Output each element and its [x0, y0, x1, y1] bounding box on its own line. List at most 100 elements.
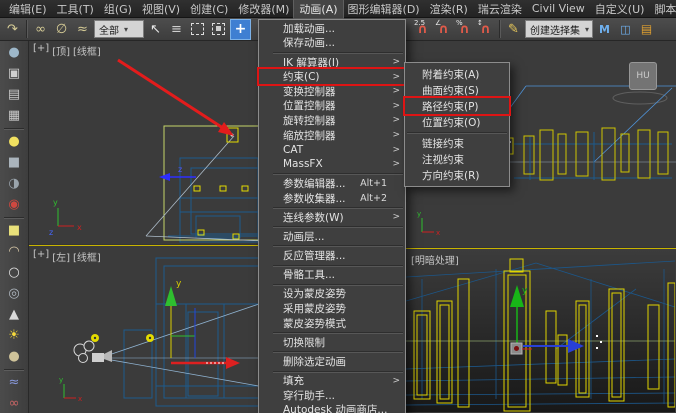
selection-region-button[interactable] [188, 20, 207, 39]
wireframe-columns [524, 128, 668, 180]
menu-item-reaction-manager[interactable]: 反应管理器... [259, 248, 405, 263]
space-warp-icon[interactable]: ≈ [3, 372, 25, 392]
unlink-selection-button[interactable]: ∅ [52, 20, 71, 39]
mirror-button[interactable]: M [595, 20, 614, 39]
menu-item-assume-skin-pose[interactable]: 采用蒙皮姿势 [259, 301, 405, 316]
teapot-icon[interactable]: ● [3, 42, 25, 62]
viewcube-ring [613, 92, 667, 104]
submenu-item-surface-constraint[interactable]: 曲面约束(S) [405, 82, 509, 98]
menu-item-save-animation[interactable]: 保存动画... [259, 36, 405, 51]
sun-icon[interactable]: ☀ [3, 325, 25, 345]
menubar-item-group[interactable]: 组(G) [99, 0, 137, 18]
menubar-item-graph-editors[interactable]: 图形编辑器(D) [343, 0, 425, 18]
video-camera-icon[interactable]: ◉ [3, 194, 25, 214]
menu-item-transform-controllers[interactable]: 变换控制器 > [259, 84, 405, 99]
viewport-pov-label[interactable]: [左] [52, 249, 70, 264]
viewport-shading-label[interactable]: [线框] [73, 43, 101, 58]
snaps-toggle-button[interactable]: 2.5∩ [413, 20, 432, 39]
viewport-camera-shaded[interactable]: [明暗处理] [405, 248, 676, 413]
bind-to-space-warp-button[interactable]: ≈ [73, 20, 92, 39]
submenu-item-orientation-constraint[interactable]: 方向约束(R) [405, 167, 509, 183]
selected-sphere-markers [91, 334, 154, 342]
viewcube[interactable]: HU [629, 62, 657, 90]
submenu-item-position-constraint[interactable]: 位置约束(O) [405, 114, 509, 130]
menu-item-constraints[interactable]: 约束(C) > [259, 69, 405, 84]
menubar-item-civil-view[interactable]: Civil View [527, 1, 590, 16]
world-axis-tripod: y x [59, 376, 82, 403]
spinner-snap-button[interactable]: ↕∩ [476, 20, 495, 39]
light-icon[interactable]: ● [3, 131, 25, 151]
menu-item-delete-selected-animation[interactable]: 删除选定动画 [259, 354, 405, 369]
teapot-wireframe-icon[interactable]: ◎ [3, 283, 25, 303]
menu-item-parameter-editor[interactable]: 参数编辑器... Alt+1 [259, 176, 405, 191]
select-by-name-button[interactable]: ≡ [167, 20, 186, 39]
bones-icon[interactable]: ∞ [3, 393, 25, 413]
schematic-view-icon[interactable]: ▦ [3, 105, 25, 125]
render-setup-icon[interactable]: ▤ [3, 84, 25, 104]
menu-item-autodesk-animation-store[interactable]: Autodesk 动画商店... [259, 403, 405, 413]
region-icon [191, 23, 204, 35]
submenu-item-attachment-constraint[interactable]: 附着约束(A) [405, 66, 509, 82]
svg-text:x: x [436, 229, 440, 237]
menu-item-load-animation[interactable]: 加载动画... [259, 21, 405, 36]
toolbar-separator[interactable] [4, 126, 24, 130]
menu-item-position-controllers[interactable]: 位置控制器 > [259, 99, 405, 114]
dome-icon[interactable]: ◠ [3, 241, 25, 261]
submenu-item-lookat-constraint[interactable]: 注视约束 [405, 151, 509, 167]
menu-item-ik-solvers[interactable]: IK 解算器(I) > [259, 55, 405, 70]
menu-item-bone-tools[interactable]: 骨骼工具... [259, 267, 405, 282]
percent-snap-button[interactable]: %∩ [455, 20, 474, 39]
menu-item-cat[interactable]: CAT > [259, 142, 405, 157]
cone-icon[interactable]: ▲ [3, 304, 25, 324]
menu-item-massfx[interactable]: MassFX > [259, 157, 405, 172]
menu-item-walkthrough-assistant[interactable]: 穿行助手... [259, 388, 405, 403]
sphere-tan-icon[interactable]: ● [3, 346, 25, 366]
toolbar-separator[interactable] [4, 367, 24, 371]
menu-item-parameter-collector[interactable]: 参数收集器... Alt+2 [259, 191, 405, 206]
viewport-general-menu[interactable]: [+] [33, 249, 49, 264]
camera-icon[interactable]: ■ [3, 152, 25, 172]
constraints-submenu-panel: 附着约束(A) 曲面约束(S) 路径约束(P) 位置约束(O) 链接约束 [404, 62, 510, 187]
menu-item-populate[interactable]: 填充 > [259, 373, 405, 388]
menu-item-rotation-controllers[interactable]: 旋转控制器 > [259, 113, 405, 128]
ring-icon[interactable]: ○ [3, 262, 25, 282]
submenu-item-path-constraint[interactable]: 路径约束(P) [405, 98, 509, 114]
layer-manager-button[interactable]: ▤ [637, 20, 656, 39]
edit-named-selection-sets-button[interactable]: ✎ [504, 20, 523, 39]
svg-text:y: y [417, 210, 421, 218]
render-frame-window-icon[interactable]: ▣ [3, 63, 25, 83]
toolbar-separator[interactable] [4, 215, 24, 219]
menubar-item-rayvision-render[interactable]: 瑞云渲染 [473, 0, 527, 18]
viewport-general-menu[interactable]: [+] [33, 43, 49, 58]
menubar-item-customize[interactable]: 自定义(U) [590, 0, 650, 18]
menubar-item-edit[interactable]: 编辑(E) [4, 0, 52, 18]
sphere-icon[interactable]: ◑ [3, 173, 25, 193]
menu-item-set-as-skin-pose[interactable]: 设为蒙皮姿势 [259, 287, 405, 302]
menubar-item-views[interactable]: 视图(V) [137, 0, 185, 18]
menubar-item-rendering[interactable]: 渲染(R) [425, 0, 473, 18]
window-crossing-button[interactable] [209, 20, 228, 39]
viewport-pov-label[interactable]: [顶] [52, 43, 70, 58]
viewport-shading-label[interactable]: [线框] [73, 249, 101, 264]
menu-item-skin-pose-mode[interactable]: 蒙皮姿势模式 [259, 316, 405, 331]
align-button[interactable]: ◫ [616, 20, 635, 39]
menubar-item-animation[interactable]: 动画(A) [294, 0, 342, 18]
select-and-move-button[interactable]: + [230, 19, 251, 40]
menubar-item-tools[interactable]: 工具(T) [52, 0, 99, 18]
menu-item-wire-parameters[interactable]: 连线参数(W) > [259, 210, 405, 225]
named-selection-set-dropdown[interactable]: 创建选择集 ▾ [525, 20, 593, 38]
select-object-button[interactable]: ↖ [146, 20, 165, 39]
redo-button[interactable]: ↷ [3, 20, 22, 39]
menubar-item-create[interactable]: 创建(C) [185, 0, 233, 18]
menu-item-toggle-limits[interactable]: 切换限制 [259, 335, 405, 350]
menubar-item-modifiers[interactable]: 修改器(M) [233, 0, 294, 18]
plane-icon[interactable]: ■ [3, 220, 25, 240]
viewport-shading-label[interactable]: [明暗处理] [411, 252, 459, 267]
submenu-item-link-constraint[interactable]: 链接约束 [405, 135, 509, 151]
menu-item-scale-controllers[interactable]: 缩放控制器 > [259, 128, 405, 143]
angle-snap-button[interactable]: ∠∩ [434, 20, 453, 39]
selection-filter-dropdown[interactable]: 全部 ▾ [94, 20, 144, 38]
menu-item-animation-layers[interactable]: 动画层... [259, 229, 405, 244]
menubar-item-scripting[interactable]: 脚本(S) [649, 0, 676, 18]
select-and-link-button[interactable]: ∞ [31, 20, 50, 39]
